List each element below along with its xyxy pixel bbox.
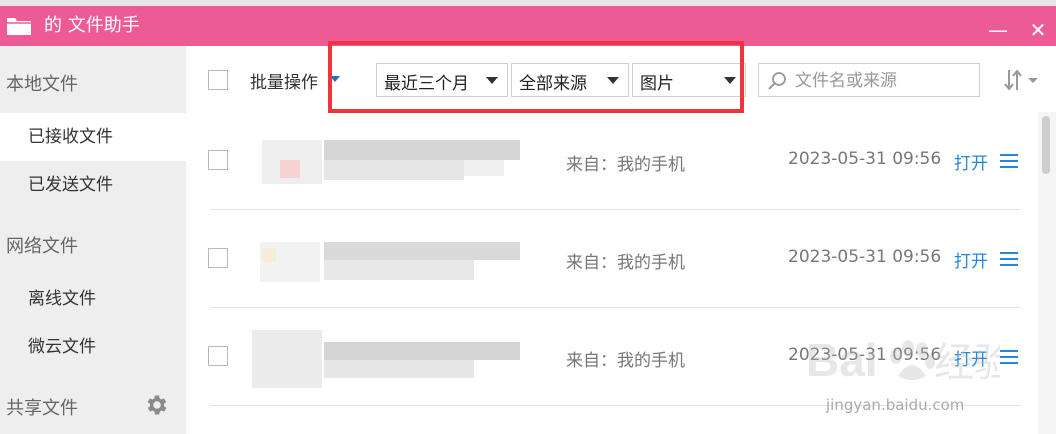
close-button[interactable]: ✕ [1026,18,1050,42]
sidebar-item-received[interactable]: 已接收文件 [0,113,186,161]
row-checkbox[interactable] [208,346,228,366]
select-all-checkbox[interactable] [208,70,228,90]
sidebar-item-offline[interactable]: 离线文件 [0,275,186,323]
search-input[interactable] [793,64,977,98]
more-menu-icon[interactable] [1000,350,1018,364]
window-title: 的 文件助手 [44,15,140,36]
open-link[interactable]: 打开 [954,149,988,174]
file-thumbnail-blurred [244,134,524,188]
vertical-scrollbar[interactable] [1038,112,1056,434]
title-bar: 的 文件助手 — ✕ [0,6,1056,46]
filter-highlight-box [328,41,744,113]
file-row[interactable]: 来自：我的手机 2023-05-31 09:56 打开 [186,210,1038,308]
section-local-files[interactable]: 本地文件 [6,70,78,96]
gear-icon[interactable] [144,392,170,418]
sidebar-item-sent[interactable]: 已发送文件 [0,161,186,209]
section-network-files[interactable]: 网络文件 [6,232,78,258]
row-checkbox[interactable] [208,150,228,170]
file-thumbnail-blurred [244,330,524,388]
sidebar-item-weiyun[interactable]: 微云文件 [0,323,186,371]
batch-operations-button[interactable]: 批量操作 [250,68,318,93]
scrollbar-thumb[interactable] [1042,116,1050,174]
search-box[interactable] [758,63,980,98]
file-source: 来自：我的手机 [566,253,685,273]
svg-text:经验: 经验 [934,341,1000,385]
more-menu-icon[interactable] [1000,154,1018,168]
file-row[interactable]: 来自：我的手机 2023-05-31 09:56 打开 [186,112,1038,210]
open-link[interactable]: 打开 [954,247,988,272]
watermark-url: jingyan.baidu.com [826,396,965,414]
file-thumbnail-blurred [244,232,524,286]
file-source: 来自：我的手机 [566,155,685,175]
more-menu-icon[interactable] [1000,252,1018,266]
sidebar: 本地文件 已接收文件 已发送文件 网络文件 离线文件 微云文件 共享文件 [0,46,186,434]
search-icon [768,72,786,90]
file-date: 2023-05-31 09:56 [788,247,942,267]
file-date: 2023-05-31 09:56 [788,149,942,169]
section-shared-files[interactable]: 共享文件 [6,394,78,420]
row-checkbox[interactable] [208,248,228,268]
minimize-button[interactable]: — [986,18,1010,42]
file-source: 来自：我的手机 [566,351,685,371]
svg-text:Bai: Bai [806,334,878,386]
sort-icon[interactable] [1004,68,1040,92]
folder-icon [7,18,31,35]
